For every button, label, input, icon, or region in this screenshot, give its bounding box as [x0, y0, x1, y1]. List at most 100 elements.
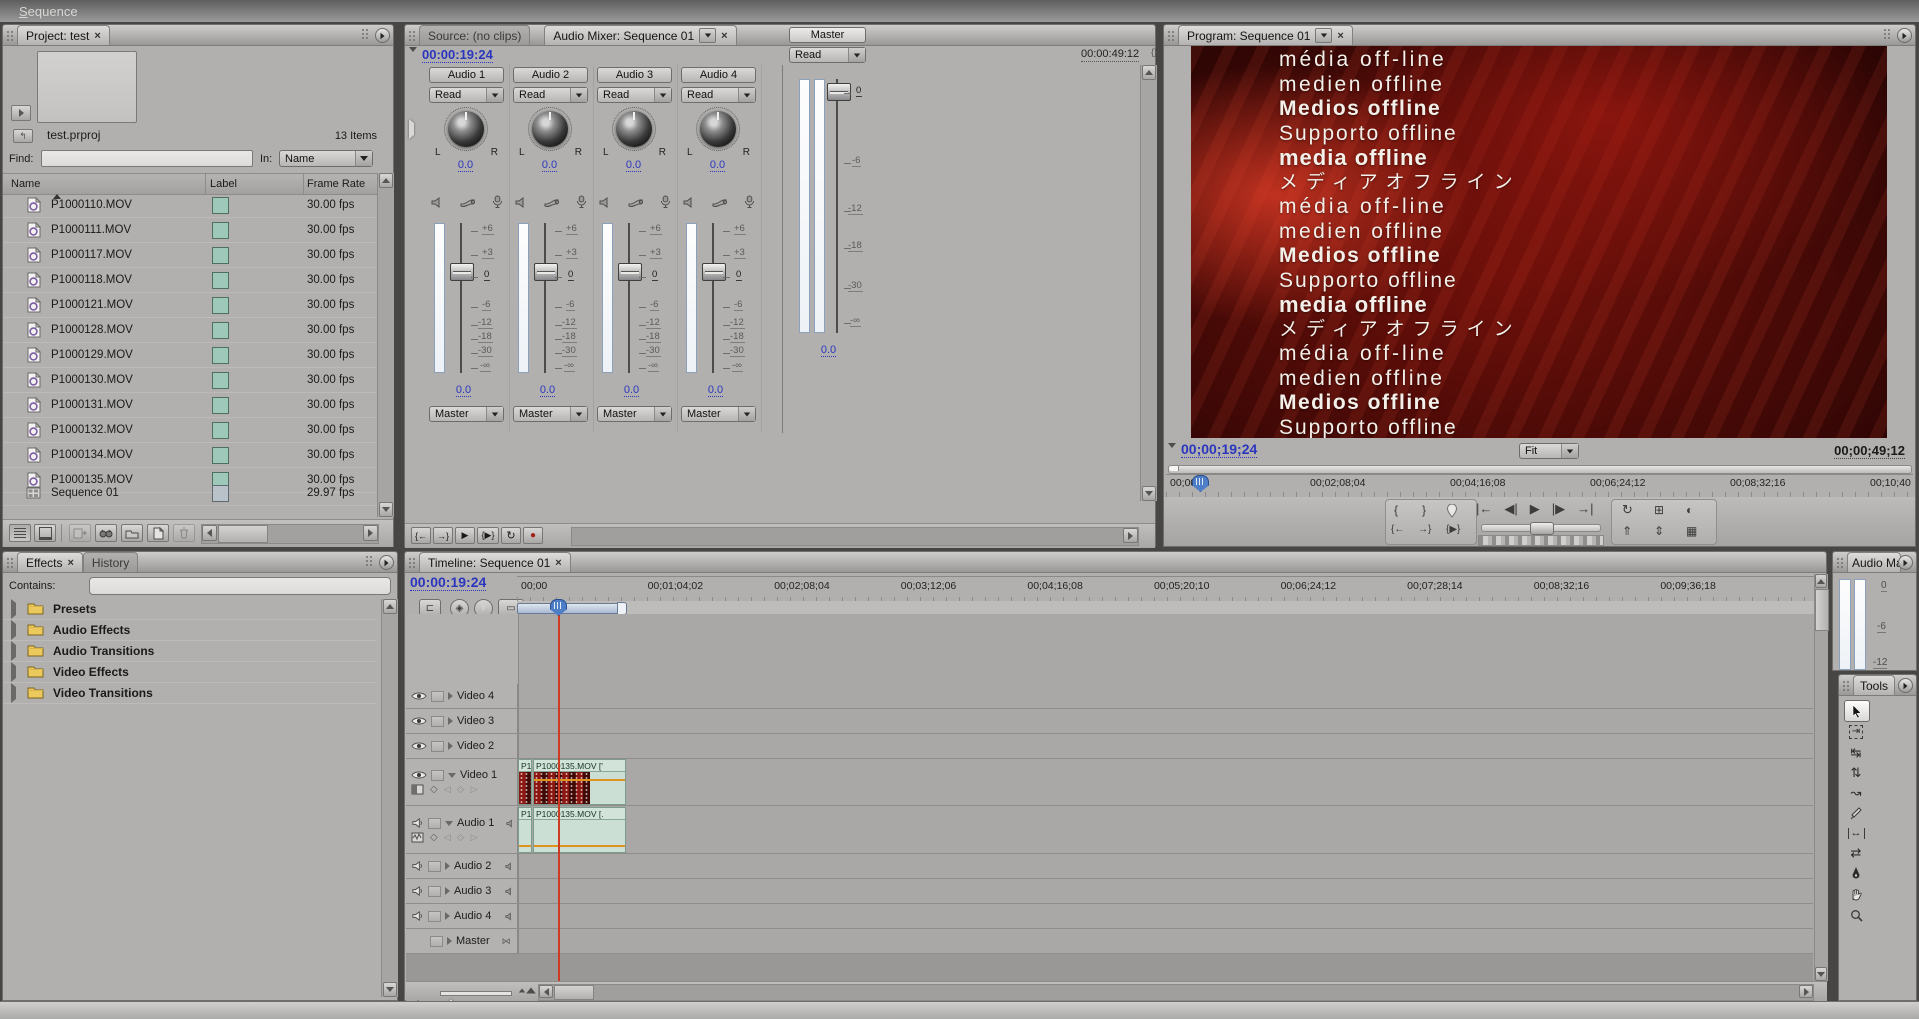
- label-swatch[interactable]: [212, 297, 229, 314]
- transport-button[interactable]: ◀|: [1504, 501, 1517, 517]
- safe-margins-button[interactable]: ⊞: [1654, 503, 1664, 517]
- mixer-vscrollbar[interactable]: [1140, 65, 1157, 501]
- table-row-sequence[interactable]: Sequence 01 29.97 fps: [3, 481, 377, 506]
- solo-track-icon[interactable]: [460, 196, 476, 208]
- effects-folder-row[interactable]: Video Effects: [3, 662, 377, 683]
- automation-mode-combo[interactable]: Read: [681, 87, 756, 103]
- track-lock-slot[interactable]: [431, 691, 444, 702]
- panel-menu-button[interactable]: [375, 28, 390, 43]
- pan-knob[interactable]: [532, 111, 568, 147]
- track-name-button[interactable]: Audio 4: [681, 67, 756, 83]
- tab-audio-mixer[interactable]: Audio Mixer: Sequence 01 ×: [544, 25, 736, 45]
- fader-track[interactable]: [836, 79, 838, 333]
- collapse-triangle-icon[interactable]: [1168, 448, 1176, 460]
- mixer-timecode[interactable]: 00:00:19:24: [422, 48, 493, 63]
- pan-value[interactable]: 0.0: [626, 159, 641, 172]
- video-clip-long[interactable]: P1000135.MOV [': [533, 759, 626, 805]
- goto-in-button[interactable]: {←: [1391, 524, 1404, 535]
- timeline-hscrollbar[interactable]: [538, 984, 1814, 1001]
- video-track-row[interactable]: Video 4: [406, 684, 1813, 709]
- collapse-track-icon[interactable]: [448, 773, 456, 778]
- pen-tool[interactable]: [1844, 863, 1868, 883]
- output-assign-combo[interactable]: Master: [597, 406, 672, 422]
- table-row[interactable]: P1000118.MOV 30.00 fps: [3, 268, 377, 293]
- track-name[interactable]: Audio 4: [454, 910, 491, 922]
- disclosure-triangle-icon[interactable]: [11, 687, 16, 699]
- tab-project[interactable]: Project: test ×: [17, 25, 110, 45]
- scroll-left-button[interactable]: [539, 985, 553, 998]
- jog-disk[interactable]: [1478, 535, 1604, 546]
- razor-tool[interactable]: [1844, 803, 1868, 823]
- label-swatch[interactable]: [212, 247, 229, 264]
- keyframe-toggle-icon[interactable]: ◇: [430, 784, 438, 795]
- label-swatch[interactable]: [212, 447, 229, 464]
- column-frame-rate[interactable]: Frame Rate: [307, 178, 365, 190]
- find-button[interactable]: [95, 524, 117, 542]
- close-icon[interactable]: ×: [721, 30, 727, 42]
- video-clip-short[interactable]: P1: [518, 759, 532, 805]
- scroll-down-button[interactable]: [379, 502, 393, 517]
- scroll-right-button[interactable]: [1123, 528, 1138, 543]
- fader-track[interactable]: [460, 223, 462, 373]
- rate-stretch-tool[interactable]: ↝: [1844, 783, 1868, 803]
- effects-folder-row[interactable]: Video Transitions: [3, 683, 377, 704]
- work-area-bar[interactable]: [517, 603, 625, 614]
- scroll-down-button[interactable]: [1142, 486, 1156, 501]
- zoom-tool[interactable]: [1844, 905, 1868, 925]
- chevron-down-icon[interactable]: [570, 88, 587, 102]
- track-lock-slot[interactable]: [428, 818, 441, 829]
- goto-in-button[interactable]: {←: [411, 527, 431, 544]
- tab-history[interactable]: History: [83, 552, 138, 572]
- transport-button[interactable]: ▶: [1530, 501, 1540, 517]
- mute-track-icon[interactable]: [598, 196, 612, 209]
- zoom-slider[interactable]: [440, 991, 512, 996]
- volume-value[interactable]: 0.0: [456, 384, 471, 397]
- toggle-track-output-icon[interactable]: [411, 860, 424, 872]
- close-icon[interactable]: ×: [67, 557, 73, 569]
- video-track-row[interactable]: Video 3: [406, 709, 1813, 734]
- label-swatch[interactable]: [212, 322, 229, 339]
- record-enable-icon[interactable]: [576, 195, 587, 209]
- toggle-track-output-icon[interactable]: [411, 770, 427, 780]
- toggle-track-output-icon[interactable]: [411, 910, 424, 922]
- panel-grip[interactable]: [408, 557, 417, 570]
- zoom-out-button[interactable]: [414, 988, 422, 1000]
- solo-track-icon[interactable]: [712, 196, 728, 208]
- automation-mode-combo[interactable]: Read: [597, 87, 672, 103]
- clear-button[interactable]: [173, 524, 195, 542]
- clip-volume-rubber-band[interactable]: [534, 845, 625, 847]
- track-name[interactable]: Video 3: [457, 715, 494, 727]
- master-track-row[interactable]: Master ⋈: [406, 929, 1813, 954]
- track-lock-slot[interactable]: [430, 936, 443, 947]
- chevron-down-icon[interactable]: [486, 407, 503, 421]
- panel-grip[interactable]: [361, 28, 370, 41]
- table-row[interactable]: P1000131.MOV 30.00 fps: [3, 393, 377, 418]
- play-in-out-button[interactable]: {▶}: [477, 527, 499, 544]
- track-lock-slot[interactable]: [431, 716, 444, 727]
- disclosure-triangle-icon[interactable]: [11, 645, 16, 657]
- pan-value[interactable]: 0.0: [458, 159, 473, 172]
- tab-audio-master[interactable]: Audio Ma: [1847, 552, 1901, 572]
- scroll-down-button[interactable]: [1815, 967, 1827, 981]
- loop-button[interactable]: ↻: [1622, 502, 1633, 518]
- toggle-track-output-icon[interactable]: [411, 885, 424, 897]
- disclosure-triangle-icon[interactable]: [11, 603, 16, 615]
- track-name[interactable]: Video 1: [460, 769, 497, 781]
- set-in-button[interactable]: {: [1394, 503, 1398, 517]
- volume-value[interactable]: 0.0: [624, 384, 639, 397]
- audio-track-row[interactable]: Audio 4: [406, 904, 1813, 929]
- scroll-up-button[interactable]: [379, 173, 393, 188]
- mute-track-icon[interactable]: [430, 196, 444, 209]
- label-swatch[interactable]: [212, 485, 229, 502]
- chevron-down-icon[interactable]: [486, 88, 503, 102]
- track-lock-slot[interactable]: [431, 741, 444, 752]
- zoom-slider-handle[interactable]: [447, 987, 455, 999]
- automation-mode-combo[interactable]: Read: [513, 87, 588, 103]
- output-assign-combo[interactable]: Master: [681, 406, 756, 422]
- fader-track[interactable]: [712, 223, 714, 373]
- track-name-button[interactable]: Audio 2: [513, 67, 588, 83]
- set-display-style-icon[interactable]: [411, 784, 424, 795]
- panel-grip[interactable]: [6, 30, 15, 43]
- clip-volume-rubber-band[interactable]: [519, 845, 531, 847]
- keyframe-nav[interactable]: ◁ ◇ ▷: [444, 784, 480, 795]
